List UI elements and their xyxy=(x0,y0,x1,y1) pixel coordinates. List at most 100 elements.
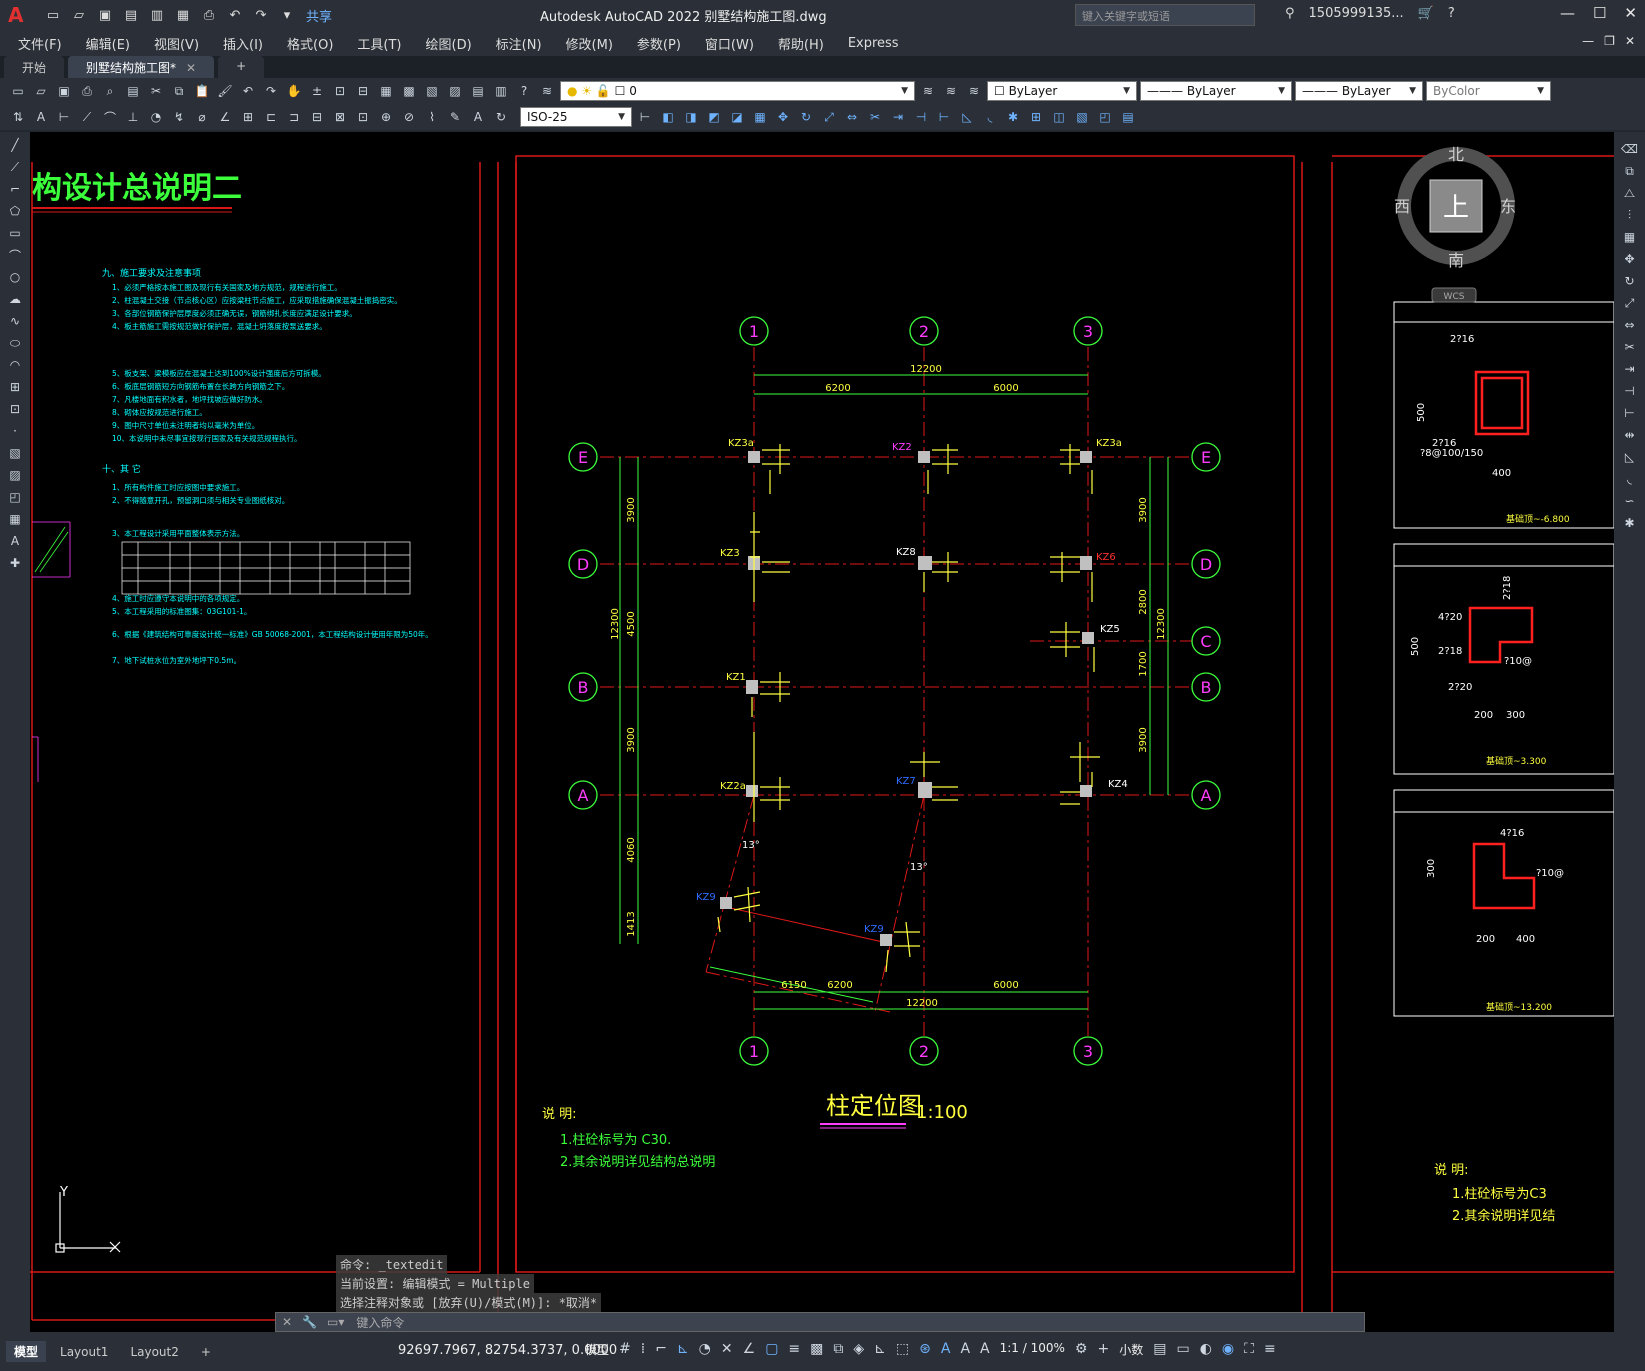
markup-icon[interactable]: ▤ xyxy=(468,81,488,101)
compass-north[interactable]: 北 xyxy=(1448,145,1464,164)
mod-extend-icon[interactable]: ⇥ xyxy=(888,107,908,127)
web-open-icon[interactable]: ▥ xyxy=(146,4,168,26)
point-icon[interactable]: · xyxy=(5,422,25,440)
chamfer-icon[interactable]: ◺ xyxy=(1620,448,1640,466)
customize-status-icon[interactable]: ≡ xyxy=(1264,1341,1276,1358)
spline-icon[interactable]: ∿ xyxy=(5,312,25,330)
table-icon[interactable]: ▦ xyxy=(5,510,25,528)
annotation-visibility-icon[interactable]: A xyxy=(941,1341,951,1358)
mod-chamfer-icon[interactable]: ◺ xyxy=(957,107,977,127)
layer-dropdown[interactable]: ● ☀ 🔓 ☐ 0 ▼ xyxy=(560,81,915,101)
undo-icon[interactable]: ↶ xyxy=(238,81,258,101)
gizmo-icon[interactable]: ⊛ xyxy=(919,1341,931,1358)
color-dropdown[interactable]: ☐ ByLayer ▼ xyxy=(987,81,1137,101)
arc-icon[interactable]: ⌒ xyxy=(5,246,25,264)
isodraft-icon[interactable]: ✕ xyxy=(721,1341,733,1358)
copy-icon[interactable]: ⧉ xyxy=(1620,162,1640,180)
tab-drawing[interactable]: 别墅结构施工图* ✕ xyxy=(68,56,215,78)
zoom-previous-icon[interactable]: ⊟ xyxy=(353,81,373,101)
lineweight-dropdown[interactable]: ——— ByLayer ▼ xyxy=(1295,81,1423,101)
layer-previous-icon[interactable]: ≋ xyxy=(941,81,961,101)
mod-erase-icon[interactable]: ◧ xyxy=(658,107,678,127)
compass-east[interactable]: 东 xyxy=(1500,197,1516,216)
make-current-layer-icon[interactable]: ≋ xyxy=(918,81,938,101)
save-as-icon[interactable]: ▤ xyxy=(120,4,142,26)
isolate-objects-icon[interactable]: ◐ xyxy=(1200,1341,1212,1358)
layer-state-icon[interactable]: ≋ xyxy=(964,81,984,101)
dim-edit-icon[interactable]: ✎ xyxy=(445,107,465,127)
lineweight-icon[interactable]: ≡ xyxy=(788,1341,800,1358)
preview-icon[interactable]: ⌕ xyxy=(100,81,120,101)
new-file-icon[interactable]: ▭ xyxy=(42,4,64,26)
user-account[interactable]: 1505999135... xyxy=(1309,6,1404,21)
menu-view[interactable]: 视图(V) xyxy=(154,34,199,53)
cut-icon[interactable]: ✂ xyxy=(146,81,166,101)
blend-curves-icon[interactable]: ∽ xyxy=(1620,492,1640,510)
cart-icon[interactable]: 🛒 xyxy=(1418,6,1434,21)
break-icon[interactable]: ⊢ xyxy=(1620,404,1640,422)
menu-insert[interactable]: 插入(I) xyxy=(223,34,263,53)
search-input[interactable]: 键入关键字或短语 xyxy=(1075,4,1255,26)
dim-text-edit-icon[interactable]: A xyxy=(468,107,488,127)
dim-radius-icon[interactable]: ◔ xyxy=(146,107,166,127)
paste-icon[interactable]: 📋 xyxy=(192,81,212,101)
snap-icon[interactable]: ⁞ xyxy=(641,1341,645,1358)
grid-icon[interactable]: # xyxy=(619,1341,631,1358)
line-icon[interactable]: ╱ xyxy=(5,136,25,154)
dim-aligned-icon[interactable]: ⟋ xyxy=(77,107,97,127)
share-button[interactable]: 共享 xyxy=(306,6,332,25)
search-icon[interactable]: ⚲ xyxy=(1285,6,1295,21)
pan-icon[interactable]: ✋ xyxy=(284,81,304,101)
layer-lock-icon[interactable]: 🔓 xyxy=(596,84,611,98)
dim-break-icon[interactable]: ⊠ xyxy=(330,107,350,127)
tool-palettes-icon[interactable]: ▧ xyxy=(422,81,442,101)
compass-south[interactable]: 南 xyxy=(1448,251,1464,270)
tab-start[interactable]: 开始 xyxy=(4,56,65,78)
doc-restore-icon[interactable]: ❐ xyxy=(1604,34,1615,48)
mtext-icon[interactable]: A xyxy=(5,532,25,550)
draw-order-icon[interactable]: ⇅ xyxy=(8,107,28,127)
hardware-accel-icon[interactable]: ◉ xyxy=(1222,1341,1234,1358)
qat-menu-icon[interactable]: ▾ xyxy=(276,4,298,26)
fillet-icon[interactable]: ◟ xyxy=(1620,470,1640,488)
make-block-icon[interactable]: ⊡ xyxy=(5,400,25,418)
add-layout-icon[interactable]: + xyxy=(193,1343,219,1361)
polar-icon[interactable]: ◔ xyxy=(699,1341,711,1358)
tolerance-icon[interactable]: ⊡ xyxy=(353,107,373,127)
dim-jogged-icon[interactable]: ↯ xyxy=(169,107,189,127)
menu-help[interactable]: 帮助(H) xyxy=(778,34,824,53)
menu-tools[interactable]: 工具(T) xyxy=(357,34,401,53)
autocad-logo-icon[interactable]: A xyxy=(8,3,32,27)
help-button[interactable]: ? xyxy=(1448,6,1455,21)
menu-parametric[interactable]: 参数(P) xyxy=(637,34,681,53)
mod-table-icon[interactable]: ▤ xyxy=(1118,107,1138,127)
close-cmdline-icon[interactable]: ✕ xyxy=(282,1315,292,1329)
menu-file[interactable]: 文件(F) xyxy=(18,34,62,53)
save-icon[interactable]: ▣ xyxy=(94,4,116,26)
polyline-icon[interactable]: ⌐ xyxy=(5,180,25,198)
clean-screen-icon[interactable]: ⛶ xyxy=(1244,1341,1254,1358)
menu-edit[interactable]: 编辑(E) xyxy=(86,34,130,53)
close-tab-icon[interactable]: ✕ xyxy=(186,61,196,75)
add-selected-icon[interactable]: ✚ xyxy=(5,554,25,572)
doc-minimize-icon[interactable]: — xyxy=(1582,34,1594,48)
annotation-monitor-icon[interactable]: + xyxy=(1097,1341,1109,1358)
mod-break-icon[interactable]: ⊣ xyxy=(911,107,931,127)
menu-dimension[interactable]: 标注(N) xyxy=(496,34,542,53)
layer-sun-icon[interactable]: ☀ xyxy=(581,84,592,98)
dim-diameter-icon[interactable]: ⌀ xyxy=(192,107,212,127)
layer-bulb-icon[interactable]: ● xyxy=(567,84,577,98)
move-icon[interactable]: ✥ xyxy=(1620,250,1640,268)
osnap-icon[interactable]: ▢ xyxy=(765,1341,778,1358)
annotation-scale[interactable]: 1:1 / 100% xyxy=(1000,1341,1065,1358)
mod-copy-icon[interactable]: ◨ xyxy=(681,107,701,127)
quick-dim-icon[interactable]: ⊞ xyxy=(238,107,258,127)
mod-stretch-icon[interactable]: ⇔ xyxy=(842,107,862,127)
otrack-icon[interactable]: ∠ xyxy=(743,1341,756,1358)
auto-scale-icon[interactable]: A xyxy=(960,1341,970,1358)
join-icon[interactable]: ⇹ xyxy=(1620,426,1640,444)
properties-icon[interactable]: ▦ xyxy=(376,81,396,101)
menu-window[interactable]: 窗口(W) xyxy=(705,34,754,53)
dim-angular-icon[interactable]: ∠ xyxy=(215,107,235,127)
new-tab-button[interactable]: + xyxy=(218,56,265,78)
